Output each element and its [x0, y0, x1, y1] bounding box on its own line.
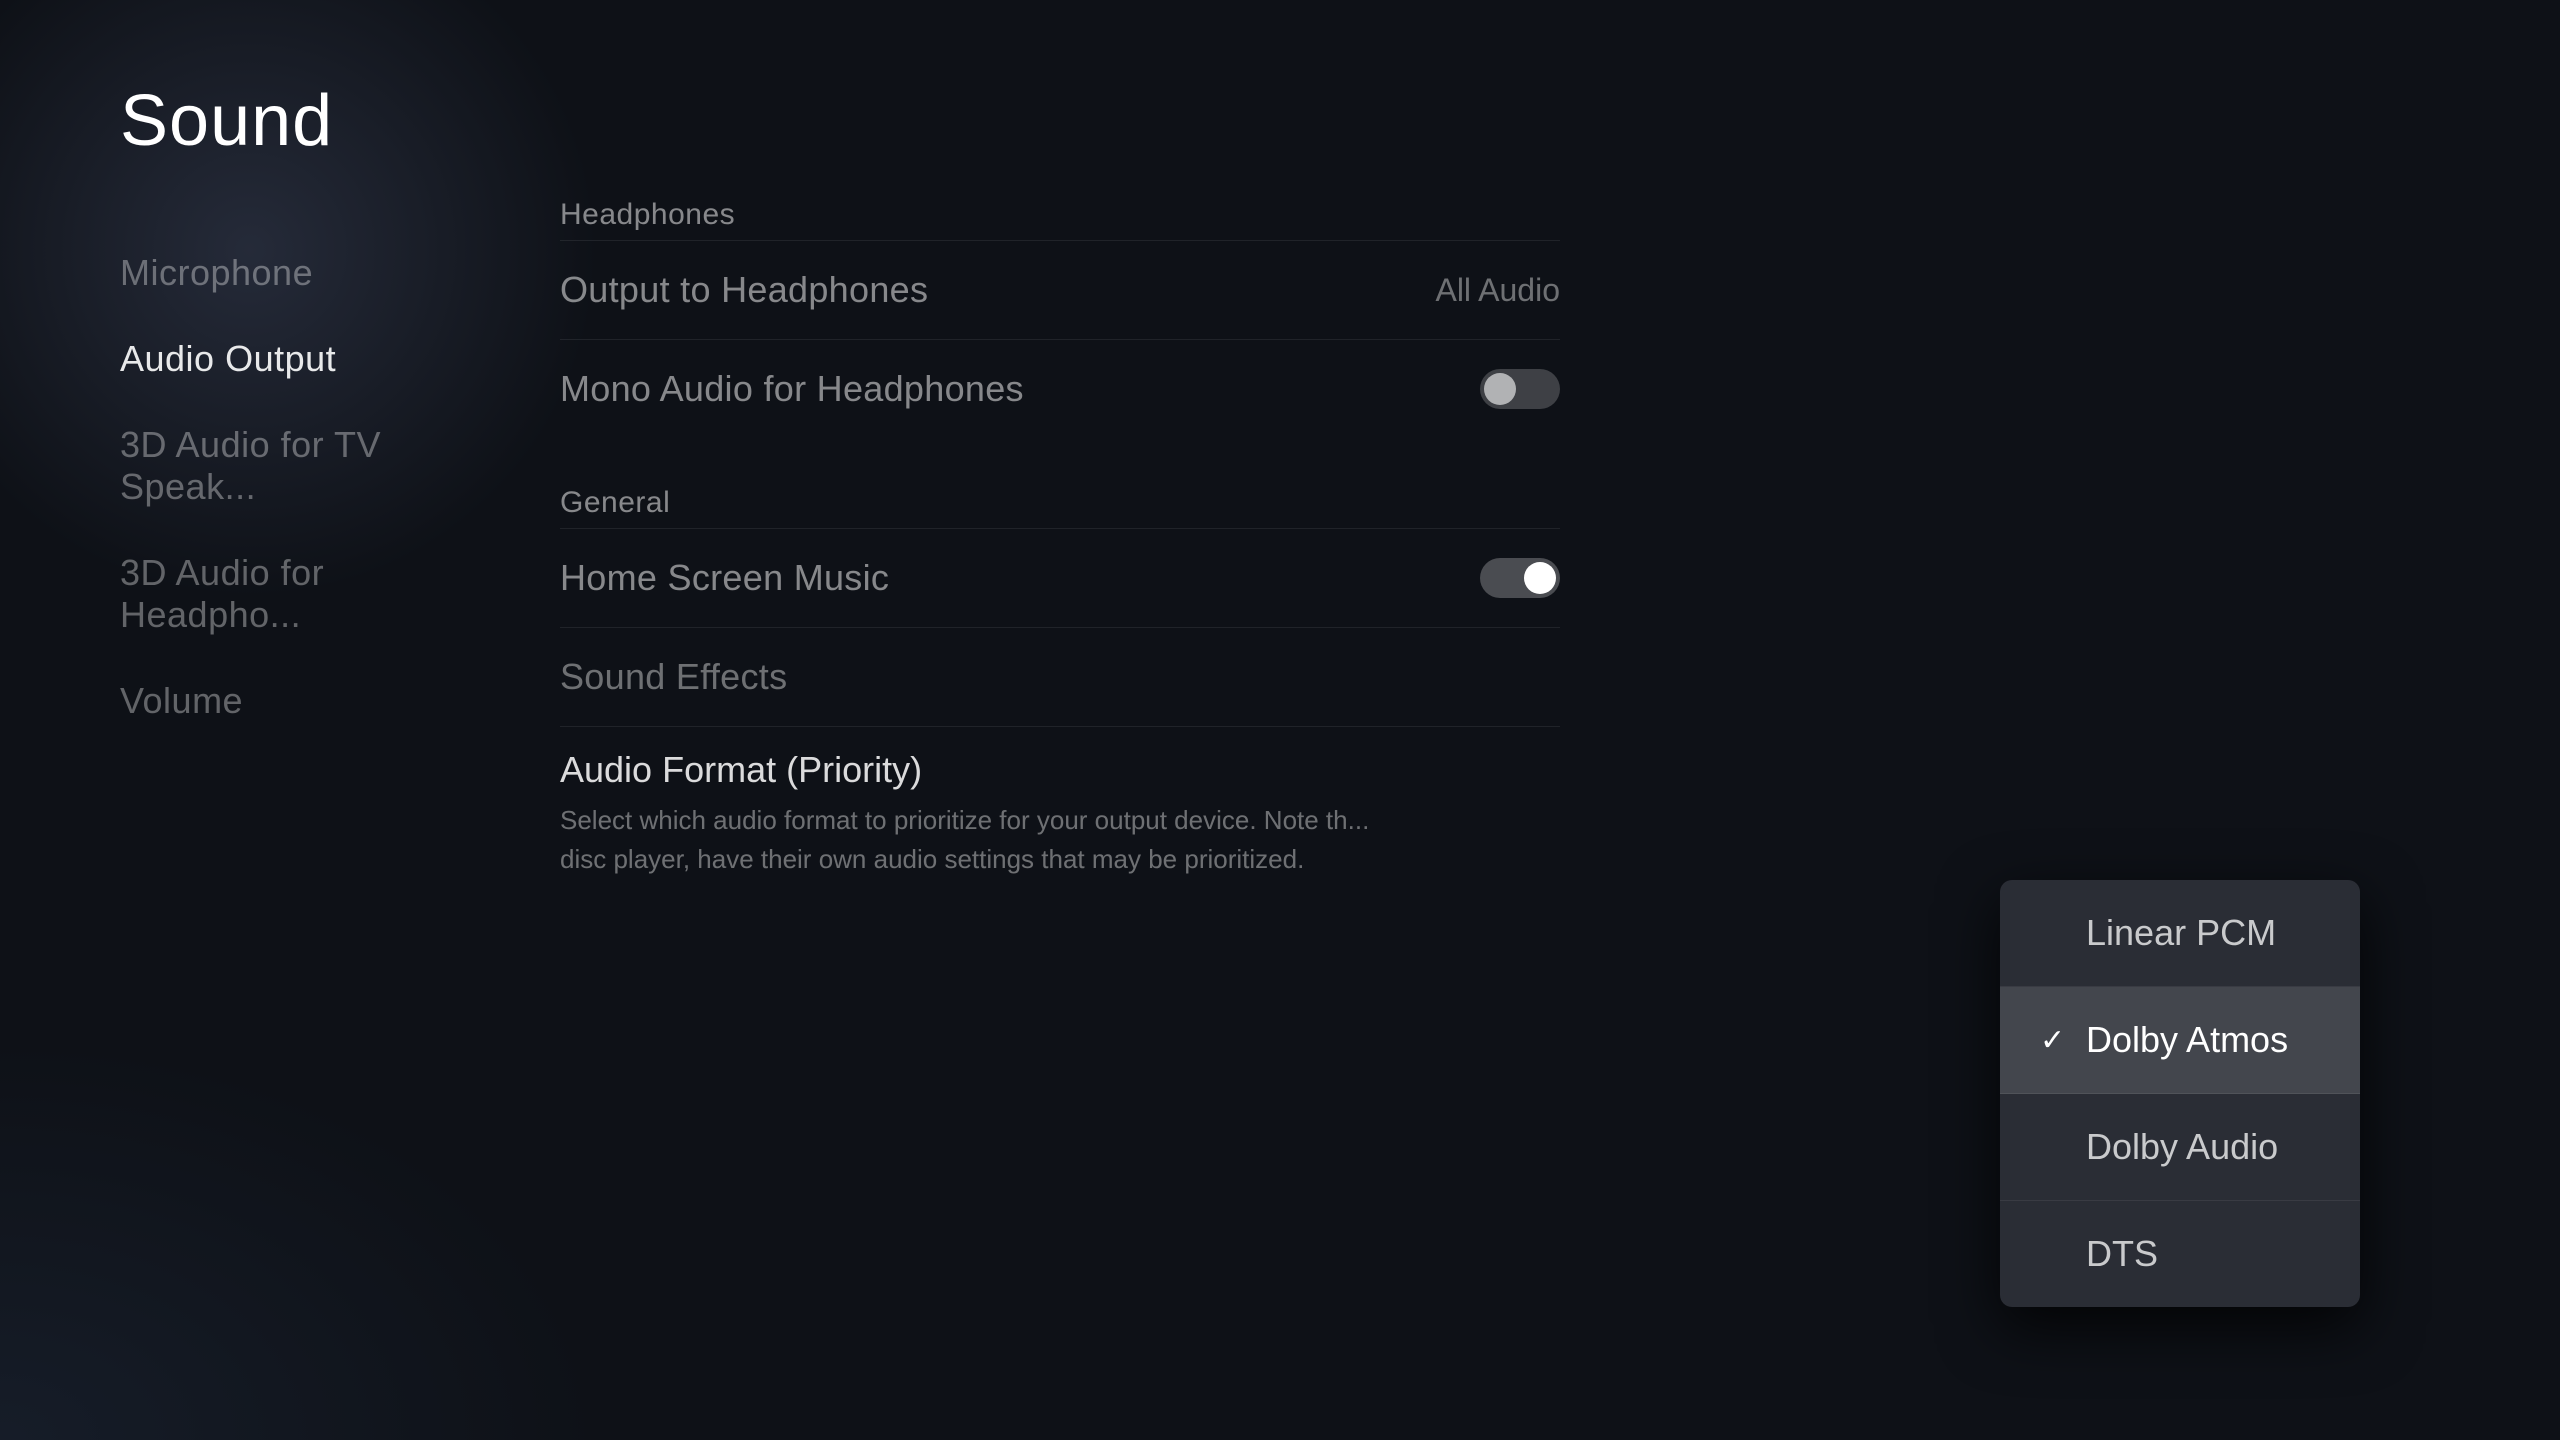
dropdown-item-dts[interactable]: DTS — [2000, 1201, 2360, 1307]
dropdown-label-linear-pcm: Linear PCM — [2086, 912, 2276, 954]
audio-format-section[interactable]: Audio Format (Priority) Select which aud… — [560, 726, 1560, 907]
dropdown-item-dolby-audio[interactable]: Dolby Audio — [2000, 1094, 2360, 1201]
sidebar-nav: Microphone Audio Output 3D Audio for TV … — [120, 230, 500, 744]
audio-format-title: Audio Format (Priority) — [560, 739, 1380, 801]
dropdown-label-dolby-audio: Dolby Audio — [2086, 1126, 2278, 1168]
check-mark-dolby-atmos: ✓ — [2040, 1023, 2068, 1058]
toggle-knob — [1484, 373, 1516, 405]
dropdown-item-dolby-atmos[interactable]: ✓ Dolby Atmos — [2000, 987, 2360, 1094]
mono-audio-label: Mono Audio for Headphones — [560, 368, 1024, 410]
output-to-headphones-row[interactable]: Output to Headphones All Audio — [560, 240, 1560, 339]
toggle-knob-2 — [1524, 562, 1556, 594]
audio-format-dropdown[interactable]: Linear PCM ✓ Dolby Atmos Dolby Audio DTS — [2000, 880, 2360, 1307]
dropdown-label-dolby-atmos: Dolby Atmos — [2086, 1019, 2288, 1061]
mono-audio-toggle[interactable] — [1480, 369, 1560, 409]
headphones-section-header: Headphones — [560, 180, 1560, 240]
sound-effects-label: Sound Effects — [560, 656, 787, 698]
home-screen-music-row[interactable]: Home Screen Music — [560, 528, 1560, 627]
sidebar-item-audio-output[interactable]: Audio Output — [120, 316, 500, 402]
page-title: Sound — [120, 80, 333, 162]
general-section-header: General — [560, 468, 1560, 528]
dropdown-item-linear-pcm[interactable]: Linear PCM — [2000, 880, 2360, 987]
output-to-headphones-value: All Audio — [1435, 272, 1560, 309]
mono-audio-row[interactable]: Mono Audio for Headphones — [560, 339, 1560, 438]
home-screen-music-toggle[interactable] — [1480, 558, 1560, 598]
sidebar-item-3d-headphone[interactable]: 3D Audio for Headpho... — [120, 530, 500, 658]
sidebar-item-microphone[interactable]: Microphone — [120, 230, 500, 316]
main-content: Headphones Output to Headphones All Audi… — [560, 180, 1560, 907]
dropdown-label-dts: DTS — [2086, 1233, 2158, 1275]
audio-format-description: Select which audio format to prioritize … — [560, 801, 1380, 879]
sidebar-item-3d-tv[interactable]: 3D Audio for TV Speak... — [120, 402, 500, 530]
settings-page: Sound Microphone Audio Output 3D Audio f… — [0, 0, 2560, 1440]
home-screen-music-label: Home Screen Music — [560, 557, 889, 599]
sidebar-item-volume[interactable]: Volume — [120, 658, 500, 744]
sound-effects-row[interactable]: Sound Effects — [560, 627, 1560, 726]
output-to-headphones-label: Output to Headphones — [560, 269, 928, 311]
